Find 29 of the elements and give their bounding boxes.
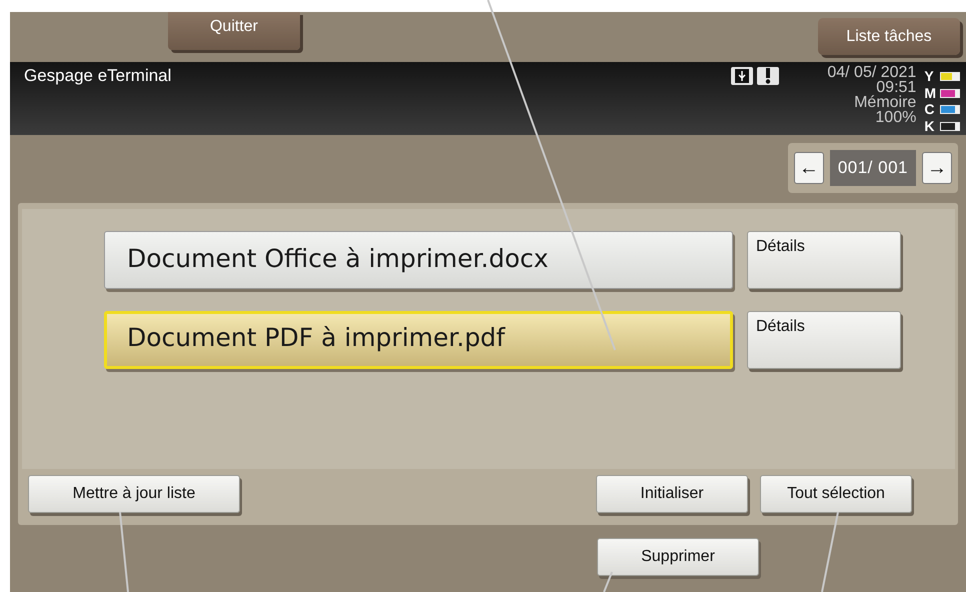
leader-line <box>603 572 613 592</box>
page-counter: 001/ 001 <box>830 150 916 186</box>
reset-button[interactable]: Initialiser <box>596 475 748 513</box>
time-text: 09:51 <box>876 80 916 95</box>
details-button[interactable]: Détails <box>747 231 901 289</box>
memory-value: 100% <box>875 110 916 125</box>
usb-icon <box>731 67 754 85</box>
toner-letter: C <box>924 103 936 116</box>
memory-label: Mémoire <box>854 95 916 110</box>
toner-gauge <box>940 105 960 114</box>
toner-gauge <box>940 72 960 81</box>
date-text: 04/ 05/ 2021 <box>827 65 916 80</box>
toner-letter: Y <box>924 70 935 83</box>
toner-gauge <box>940 88 960 98</box>
toner-gauge <box>940 122 960 132</box>
next-page-button[interactable]: → <box>922 152 952 184</box>
select-all-button[interactable]: Tout sélection <box>760 475 912 513</box>
toner-letter: M <box>924 86 936 100</box>
toner-letter: K <box>924 120 936 134</box>
details-button[interactable]: Détails <box>747 311 901 369</box>
warning-icon <box>757 67 780 85</box>
previous-page-button[interactable]: ← <box>794 152 824 184</box>
delete-button[interactable]: Supprimer <box>597 538 759 576</box>
app-title: Gespage eTerminal <box>24 66 172 87</box>
document-item[interactable]: Document Office à imprimer.docx <box>104 231 733 289</box>
quit-button[interactable]: Quitter <box>168 12 300 50</box>
update-list-button[interactable]: Mettre à jour liste <box>28 475 240 513</box>
job-list-button[interactable]: Liste tâches <box>818 18 960 55</box>
document-item[interactable]: Document PDF à imprimer.pdf <box>104 311 733 369</box>
